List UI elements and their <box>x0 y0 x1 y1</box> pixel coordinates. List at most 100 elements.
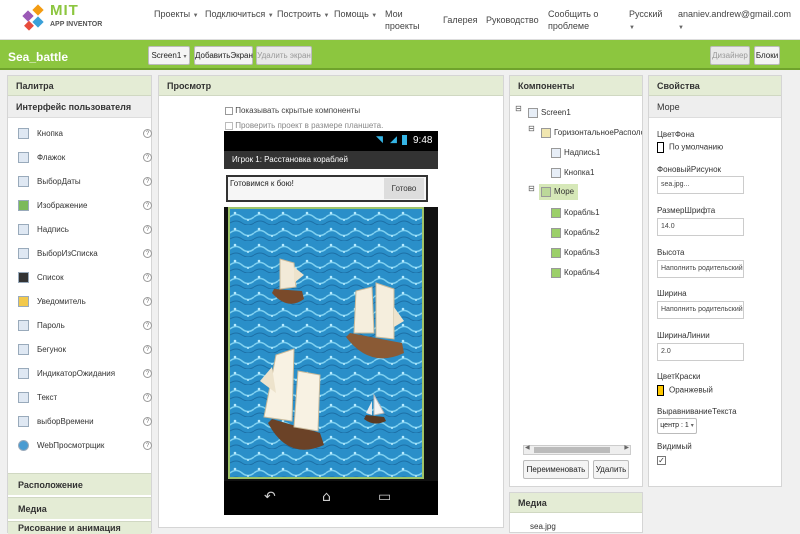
paint-color-label: ЦветКраски <box>657 372 701 381</box>
show-hidden-option[interactable]: Показывать скрытые компоненты <box>225 106 360 115</box>
help-icon[interactable]: ? <box>143 393 152 402</box>
viewer-title: Просмотр <box>159 76 503 96</box>
blocks-button[interactable]: Блоки <box>754 46 780 65</box>
palette-section-drawing[interactable]: Рисование и анимация <box>8 521 151 534</box>
tree-item-ship4[interactable]: Корабль4 <box>551 266 600 280</box>
palette-item-label[interactable]: Надпись? <box>18 220 152 240</box>
help-icon[interactable]: ? <box>143 321 152 330</box>
help-icon[interactable]: ? <box>143 345 152 354</box>
nav-guide[interactable]: Руководство <box>486 14 539 26</box>
notifier-icon <box>18 296 29 308</box>
recent-apps-icon[interactable]: ▭ <box>378 489 391 505</box>
collapse-toggle[interactable]: ⊟ <box>528 184 535 193</box>
tree-item-label1[interactable]: Надпись1 <box>551 146 600 160</box>
sea-canvas[interactable] <box>228 207 424 479</box>
rename-button[interactable]: Переименовать <box>523 460 589 479</box>
palette-item-image[interactable]: Изображение? <box>18 196 152 216</box>
visible-checkbox[interactable]: ✓ <box>657 456 666 465</box>
ship4-sprite[interactable] <box>360 393 390 429</box>
tree-item-ship2[interactable]: Корабль2 <box>551 226 600 240</box>
button-icon <box>551 167 561 178</box>
screen-select[interactable]: Screen1 ▾ <box>148 46 190 65</box>
help-icon[interactable]: ? <box>143 273 152 282</box>
palette-item-spinner[interactable]: ИндикаторОжидания? <box>18 364 152 384</box>
palette-section-layout[interactable]: Расположение <box>8 473 151 495</box>
help-icon[interactable]: ? <box>143 129 152 138</box>
palette-item-datepicker[interactable]: ВыборДаты? <box>18 172 152 192</box>
components-title: Компоненты <box>510 76 642 96</box>
palette-item-password[interactable]: Пароль? <box>18 316 152 336</box>
text-align-select[interactable]: центр : 1 ▾ <box>657 418 697 434</box>
show-hidden-checkbox[interactable] <box>225 106 233 115</box>
app-title-bar: Игрок 1: Расстановка кораблей <box>224 151 438 169</box>
horizontal-arrangement[interactable]: Готовимся к бою! Готово <box>226 175 428 202</box>
tree-item-ship1[interactable]: Корабль1 <box>551 206 600 220</box>
delete-button[interactable]: Удалить <box>593 460 629 479</box>
help-icon[interactable]: ? <box>143 249 152 258</box>
scrollbar-thumb[interactable] <box>534 447 610 453</box>
tablet-size-checkbox[interactable] <box>225 121 233 130</box>
tree-scrollbar[interactable]: ◀ ▶ <box>523 444 631 455</box>
font-size-field[interactable]: 14.0 <box>657 218 744 236</box>
nav-build[interactable]: Построить ▼ <box>277 8 329 22</box>
ship2-sprite[interactable] <box>344 277 406 369</box>
tree-item-horizontal-arrangement[interactable]: ГоризонтальноеРасполо <box>541 126 642 140</box>
palette-item-timepicker[interactable]: выборВремени? <box>18 412 152 432</box>
chevron-down-icon: ▼ <box>629 25 635 31</box>
paint-color-picker[interactable]: Оранжевый <box>657 385 713 396</box>
nav-report-issue[interactable]: Сообщить о проблеме <box>548 8 610 32</box>
button-icon <box>18 128 29 140</box>
bg-image-field[interactable]: sea.jpg... <box>657 176 744 194</box>
designer-button[interactable]: Дизайнер <box>710 46 750 65</box>
ready-button[interactable]: Готово <box>384 178 424 199</box>
tablet-size-option[interactable]: Проверить проект в размере планшета. <box>225 121 383 130</box>
home-icon[interactable]: ⌂ <box>322 489 331 505</box>
help-icon[interactable]: ? <box>143 225 152 234</box>
scroll-left-icon[interactable]: ◀ <box>525 444 530 451</box>
remove-screen-button[interactable]: Удалить экран <box>256 46 312 65</box>
help-icon[interactable]: ? <box>143 153 152 162</box>
help-icon[interactable]: ? <box>143 177 152 186</box>
palette-item-textbox[interactable]: Текст? <box>18 388 152 408</box>
palette-title: Палитра <box>8 76 151 96</box>
scroll-right-icon[interactable]: ▶ <box>624 444 629 451</box>
help-icon[interactable]: ? <box>143 297 152 306</box>
palette-item-button[interactable]: Кнопка? <box>18 124 152 144</box>
nav-my-projects[interactable]: Мои проекты <box>385 8 425 32</box>
add-screen-button[interactable]: ДобавитьЭкран <box>194 46 253 65</box>
palette-item-listview[interactable]: Список? <box>18 268 152 288</box>
tree-item-screen1[interactable]: Screen1 <box>528 106 571 120</box>
help-icon[interactable]: ? <box>143 201 152 210</box>
help-icon[interactable]: ? <box>143 441 152 450</box>
tree-item-button1[interactable]: Кнопка1 <box>551 166 594 180</box>
nav-language[interactable]: Русский ▼ <box>629 8 662 34</box>
palette-item-slider[interactable]: Бегунок? <box>18 340 152 360</box>
tree-item-ship3[interactable]: Корабль3 <box>551 246 600 260</box>
tree-item-label: Кнопка1 <box>564 168 595 177</box>
palette-item-checkbox[interactable]: Флажок? <box>18 148 152 168</box>
bg-color-picker[interactable]: По умолчанию <box>657 142 723 153</box>
media-file-sea[interactable]: sea.jpg <box>530 522 556 531</box>
line-width-field[interactable]: 2.0 <box>657 343 744 361</box>
palette-section-ui[interactable]: Интерфейс пользователя <box>8 96 151 118</box>
collapse-toggle[interactable]: ⊟ <box>515 104 522 113</box>
height-field[interactable]: Наполнить родительский... <box>657 260 744 278</box>
width-field[interactable]: Наполнить родительский... <box>657 301 744 319</box>
collapse-toggle[interactable]: ⊟ <box>528 124 535 133</box>
back-icon[interactable]: ↶ <box>264 489 276 505</box>
nav-account[interactable]: ananiev.andrew@gmail.com ▼ <box>678 8 791 34</box>
palette-item-webviewer[interactable]: WebПросмотрщик? <box>18 436 152 456</box>
nav-projects[interactable]: Проекты ▼ <box>154 8 199 22</box>
help-icon[interactable]: ? <box>143 369 152 378</box>
help-icon[interactable]: ? <box>143 417 152 426</box>
nav-help[interactable]: Помощь ▼ <box>334 8 377 22</box>
nav-connect[interactable]: Подключиться ▼ <box>205 8 274 22</box>
nav-gallery[interactable]: Галерея <box>443 14 478 26</box>
palette-section-media[interactable]: Медиа <box>8 497 151 519</box>
app-inventor-logo[interactable]: MIT APP INVENTOR <box>22 2 107 36</box>
ship1-sprite[interactable] <box>268 253 308 311</box>
tree-item-sea[interactable]: Море <box>539 184 579 200</box>
palette-item-listpicker[interactable]: ВыборИзСписка? <box>18 244 152 264</box>
ship3-sprite[interactable] <box>258 341 328 459</box>
palette-item-notifier[interactable]: Уведомитель? <box>18 292 152 312</box>
